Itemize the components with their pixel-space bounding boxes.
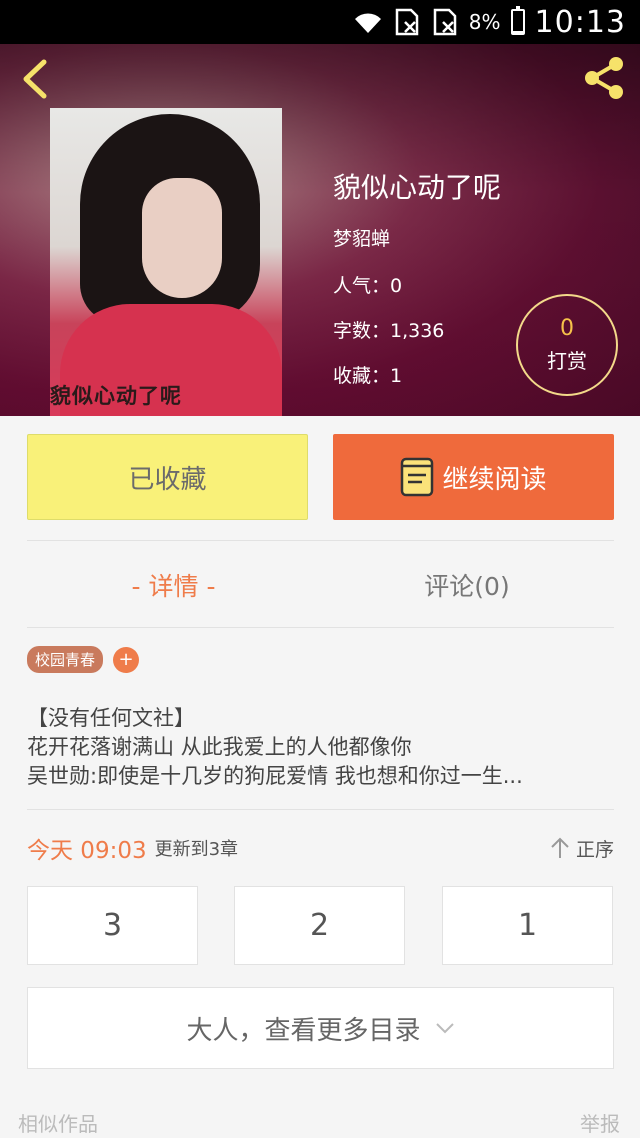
tab-details[interactable]: - 详情 -: [27, 560, 320, 610]
status-bar: 8% 10:13: [0, 0, 640, 44]
chapter-button[interactable]: 3: [27, 886, 198, 965]
tab-details-label: - 详情 -: [131, 572, 216, 601]
synopsis-line: 吴世勋:即使是十几岁的狗屁爱情 我也想和你过一生...: [27, 764, 523, 788]
battery-icon: [510, 6, 525, 35]
view-more-catalog-label: 大人，查看更多目录: [186, 1015, 421, 1046]
sort-label: 正序: [575, 838, 614, 861]
tab-comments-label: 评论(0): [424, 572, 510, 601]
collected-button[interactable]: 已收藏: [27, 434, 308, 520]
synopsis-line: 花开花落谢满山 从此我爱上的人他都像你: [27, 735, 412, 759]
report-link[interactable]: 举报: [580, 1108, 620, 1137]
divider: [27, 809, 614, 810]
chapter-number: 3: [102, 908, 123, 943]
book-hero: 貌似心动了呢 貌似心动了呢 梦貂蝉 人气：0 字数：1,336 收藏：1 0 打…: [0, 44, 640, 416]
book-title: 貌似心动了呢: [333, 171, 502, 204]
tab-comments[interactable]: 评论(0): [320, 560, 614, 610]
word-count-stat: 字数：1,336: [333, 320, 445, 342]
view-more-catalog-button[interactable]: 大人，查看更多目录: [27, 987, 614, 1069]
share-icon: [585, 57, 623, 99]
update-time: 今天 09:03: [27, 838, 147, 864]
chevron-left-icon: [23, 59, 47, 99]
reward-button[interactable]: 0 打赏: [516, 294, 618, 396]
book-author[interactable]: 梦貂蝉: [333, 224, 501, 251]
chapter-number: 2: [309, 908, 330, 943]
arrow-up-icon: [551, 837, 569, 858]
share-button[interactable]: [578, 52, 630, 104]
chapter-button[interactable]: 1: [442, 886, 613, 965]
continue-reading-button[interactable]: 继续阅读: [333, 434, 614, 520]
continue-reading-label: 继续阅读: [442, 464, 547, 495]
wifi-icon: [353, 9, 383, 35]
sim-off-icon: [431, 8, 459, 36]
book-info: 貌似心动了呢 梦貂蝉 人气：0 字数：1,336 收藏：1: [333, 166, 501, 406]
chapter-number: 1: [517, 908, 538, 943]
favorites-stat: 收藏：1: [333, 365, 403, 387]
clock: 10:13: [534, 4, 626, 40]
battery-percent: 8%: [468, 10, 501, 34]
divider: [27, 540, 614, 541]
collected-label: 已收藏: [128, 464, 207, 495]
book-icon: [401, 457, 434, 497]
popularity-stat: 人气：0: [333, 275, 403, 297]
similar-works-heading: 相似作品: [18, 1112, 98, 1136]
chapter-button[interactable]: 2: [234, 886, 405, 965]
divider: [27, 627, 614, 628]
tag-row: 校园青春 +: [27, 646, 140, 673]
book-synopsis[interactable]: 【没有任何文社】 花开花落谢满山 从此我爱上的人他都像你 吴世勋:即使是十几岁的…: [27, 704, 617, 791]
add-tag-button[interactable]: +: [113, 646, 140, 673]
genre-tag[interactable]: 校园青春: [27, 646, 104, 673]
cover-caption: 貌似心动了呢: [50, 384, 182, 408]
chevron-down-icon: [435, 1023, 454, 1034]
book-cover[interactable]: 貌似心动了呢: [50, 108, 282, 416]
synopsis-line: 【没有任何文社】: [27, 706, 195, 730]
back-button[interactable]: [12, 54, 62, 104]
reward-count: 0: [560, 316, 574, 341]
update-label: 更新到3章: [154, 839, 239, 860]
sort-toggle[interactable]: 正序: [550, 835, 614, 862]
reward-label: 打赏: [547, 349, 587, 373]
sim-off-icon: [393, 8, 421, 36]
update-row: 今天 09:03 更新到3章 正序: [27, 828, 614, 868]
